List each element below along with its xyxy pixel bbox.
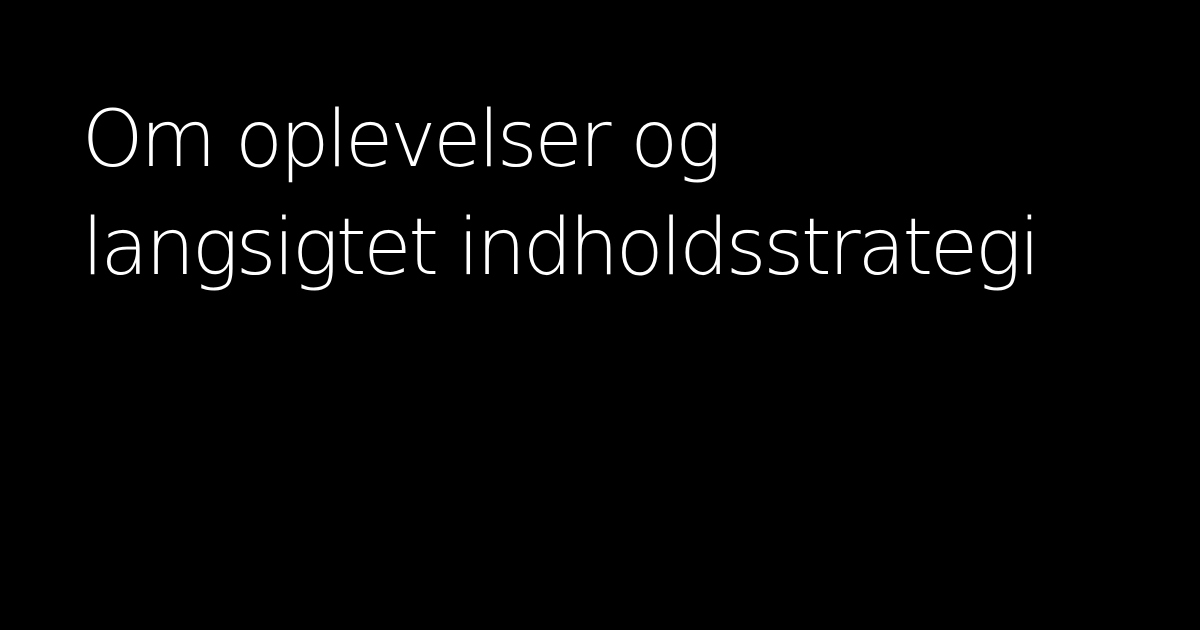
headline-line-1: Om oplevelser og [82,95,722,185]
share-card: Om oplevelser og langsigtet indholdsstra… [0,0,1200,630]
headline: Om oplevelser og langsigtet indholdsstra… [82,86,1182,302]
headline-line-2: langsigtet indholdsstrategi [82,203,1041,293]
